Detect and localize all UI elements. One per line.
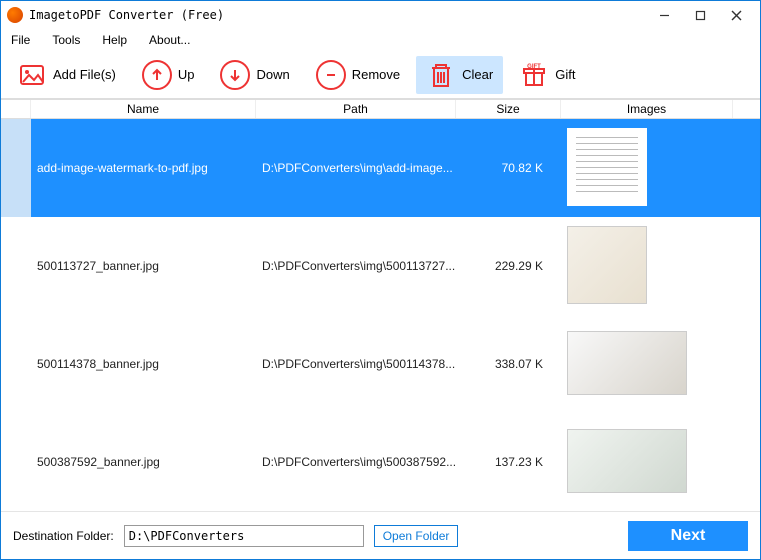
thumbnail-icon (567, 226, 647, 304)
table-row[interactable]: 500114378_banner.jpgD:\PDFConverters\img… (1, 315, 760, 413)
row-check[interactable] (1, 413, 31, 511)
cell-path: D:\PDFConverters\img\500387592... (256, 455, 456, 469)
gift-button[interactable]: GIFT Gift (509, 56, 585, 94)
cell-name: 500113727_banner.jpg (31, 259, 256, 273)
up-button[interactable]: Up (132, 56, 205, 94)
menu-file[interactable]: File (11, 33, 30, 47)
cell-name: 500114378_banner.jpg (31, 357, 256, 371)
clear-button[interactable]: Clear (416, 56, 503, 94)
column-select[interactable] (1, 100, 31, 118)
gift-label: Gift (555, 67, 575, 82)
thumbnail-icon (567, 429, 687, 493)
cell-thumb (561, 226, 733, 307)
menu-help[interactable]: Help (102, 33, 127, 47)
gift-icon: GIFT (519, 60, 549, 90)
add-files-label: Add File(s) (53, 67, 116, 82)
row-check[interactable] (1, 119, 31, 217)
destination-label: Destination Folder: (13, 529, 114, 543)
up-label: Up (178, 67, 195, 82)
remove-label: Remove (352, 67, 400, 82)
down-label: Down (256, 67, 289, 82)
cell-name: add-image-watermark-to-pdf.jpg (31, 161, 256, 175)
cell-thumb (561, 331, 733, 398)
cell-size: 137.23 K (456, 455, 561, 469)
table-body[interactable]: add-image-watermark-to-pdf.jpgD:\PDFConv… (1, 119, 760, 511)
minus-icon (316, 60, 346, 90)
bottombar: Destination Folder: Open Folder Next (1, 511, 760, 559)
toolbar: Add File(s) Up Down Remove Clear GIFT Gi… (1, 51, 760, 99)
down-button[interactable]: Down (210, 56, 299, 94)
arrow-down-icon (220, 60, 250, 90)
close-button[interactable] (718, 1, 754, 29)
cell-name: 500387592_banner.jpg (31, 455, 256, 469)
file-table: Name Path Size Images add-image-watermar… (1, 99, 760, 511)
add-files-button[interactable]: Add File(s) (7, 56, 126, 94)
cell-thumb (561, 429, 733, 496)
svg-text:GIFT: GIFT (527, 64, 541, 70)
column-name[interactable]: Name (31, 100, 256, 118)
app-icon (7, 7, 23, 23)
trash-icon (426, 60, 456, 90)
clear-label: Clear (462, 67, 493, 82)
row-check[interactable] (1, 217, 31, 315)
menu-about[interactable]: About... (149, 33, 190, 47)
cell-path: D:\PDFConverters\img\500114378... (256, 357, 456, 371)
table-row[interactable]: 500387592_banner.jpgD:\PDFConverters\img… (1, 413, 760, 511)
cell-size: 70.82 K (456, 161, 561, 175)
table-row[interactable]: 500113727_banner.jpgD:\PDFConverters\img… (1, 217, 760, 315)
arrow-up-icon (142, 60, 172, 90)
cell-path: D:\PDFConverters\img\500113727... (256, 259, 456, 273)
cell-thumb (561, 128, 733, 209)
thumbnail-icon (567, 331, 687, 395)
destination-input[interactable] (124, 525, 364, 547)
maximize-button[interactable] (682, 1, 718, 29)
row-check[interactable] (1, 315, 31, 413)
cell-size: 338.07 K (456, 357, 561, 371)
menubar: File Tools Help About... (1, 29, 760, 51)
table-row[interactable]: add-image-watermark-to-pdf.jpgD:\PDFConv… (1, 119, 760, 217)
minimize-button[interactable] (646, 1, 682, 29)
window-title: ImagetoPDF Converter (Free) (29, 8, 646, 22)
titlebar: ImagetoPDF Converter (Free) (1, 1, 760, 29)
remove-button[interactable]: Remove (306, 56, 410, 94)
column-images[interactable]: Images (561, 100, 733, 118)
open-folder-button[interactable]: Open Folder (374, 525, 459, 547)
column-path[interactable]: Path (256, 100, 456, 118)
next-button[interactable]: Next (628, 521, 748, 551)
image-icon (17, 60, 47, 90)
cell-size: 229.29 K (456, 259, 561, 273)
table-header: Name Path Size Images (1, 99, 760, 119)
thumbnail-icon (567, 128, 647, 206)
menu-tools[interactable]: Tools (52, 33, 80, 47)
cell-path: D:\PDFConverters\img\add-image... (256, 161, 456, 175)
column-size[interactable]: Size (456, 100, 561, 118)
